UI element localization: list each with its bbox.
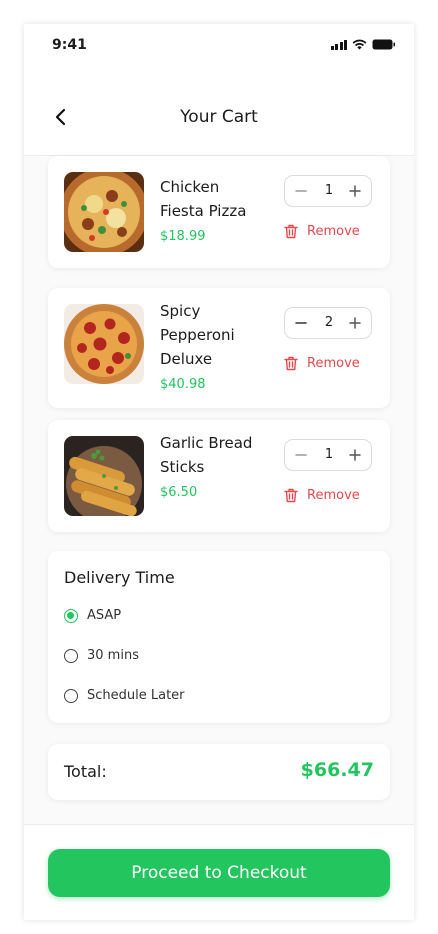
radio-unchecked-icon: [64, 688, 78, 703]
status-icons: [330, 39, 397, 50]
total-label: Total:: [64, 762, 107, 781]
status-bar: 9:41: [24, 24, 414, 68]
quantity-value: 2: [324, 315, 334, 330]
delivery-title: Delivery Time: [64, 568, 175, 587]
quantity-stepper: 1: [284, 439, 372, 471]
plus-icon[interactable]: [346, 314, 364, 332]
checkout-footer: Proceed to Checkout: [24, 824, 414, 920]
remove-label: Remove: [307, 488, 360, 503]
remove-button[interactable]: Remove: [284, 488, 360, 503]
delivery-option-label: 30 mins: [87, 648, 139, 663]
remove-label: Remove: [307, 224, 360, 239]
remove-button[interactable]: Remove: [284, 224, 360, 239]
remove-label: Remove: [307, 356, 360, 371]
total-card: Total: $66.47: [48, 744, 390, 800]
battery-icon: [372, 39, 396, 50]
delivery-option-label: ASAP: [87, 608, 122, 623]
cart-item: Spicy Pepperoni Deluxe $40.98 2 Remove: [48, 288, 390, 408]
wifi-icon: [352, 39, 367, 50]
page-title: Your Cart: [180, 107, 258, 127]
chicken-pizza-image: [64, 172, 144, 252]
app-header: Your Cart: [24, 68, 414, 156]
item-name: Garlic Bread Sticks: [160, 434, 253, 476]
minus-icon[interactable]: [292, 314, 310, 332]
item-name: Chicken Fiesta Pizza: [160, 178, 247, 220]
quantity-stepper: 1: [284, 175, 372, 207]
cart-item: Chicken Fiesta Pizza $18.99 1 Remove: [48, 156, 390, 268]
remove-button[interactable]: Remove: [284, 356, 360, 371]
checkout-button[interactable]: Proceed to Checkout: [48, 849, 390, 897]
trash-icon: [284, 356, 298, 371]
radio-checked-icon: [64, 608, 78, 623]
quantity-value: 1: [324, 447, 334, 462]
item-price: $40.98: [160, 377, 206, 392]
quantity-value: 1: [324, 183, 334, 198]
item-name: Spicy Pepperoni Deluxe: [160, 302, 235, 368]
plus-icon[interactable]: [346, 446, 364, 464]
minus-icon[interactable]: [292, 446, 310, 464]
delivery-option-label: Schedule Later: [87, 688, 185, 703]
pepperoni-pizza-image: [64, 304, 144, 384]
trash-icon: [284, 488, 298, 503]
delivery-option-30-mins[interactable]: 30 mins: [64, 648, 139, 663]
minus-icon[interactable]: [292, 182, 310, 200]
cart-item: Garlic Bread Sticks $6.50 1 Remove: [48, 420, 390, 532]
quantity-stepper: 2: [284, 307, 372, 339]
item-price: $6.50: [160, 485, 198, 500]
delivery-time-card: Delivery Time ASAP 30 mins Schedule Late…: [48, 551, 390, 723]
plus-icon[interactable]: [346, 182, 364, 200]
item-price: $18.99: [160, 229, 206, 244]
trash-icon: [284, 224, 298, 239]
status-time: 9:41: [52, 37, 87, 53]
delivery-option-schedule-later[interactable]: Schedule Later: [64, 688, 185, 703]
radio-unchecked-icon: [64, 648, 78, 663]
signal-icon: [330, 39, 347, 50]
garlic-bread-image: [64, 436, 144, 516]
total-value: $66.47: [300, 759, 374, 781]
delivery-option-asap[interactable]: ASAP: [64, 608, 121, 623]
phone-frame: 9:41 Your Cart Chicken Fiesta Pizza $18.…: [24, 24, 414, 920]
